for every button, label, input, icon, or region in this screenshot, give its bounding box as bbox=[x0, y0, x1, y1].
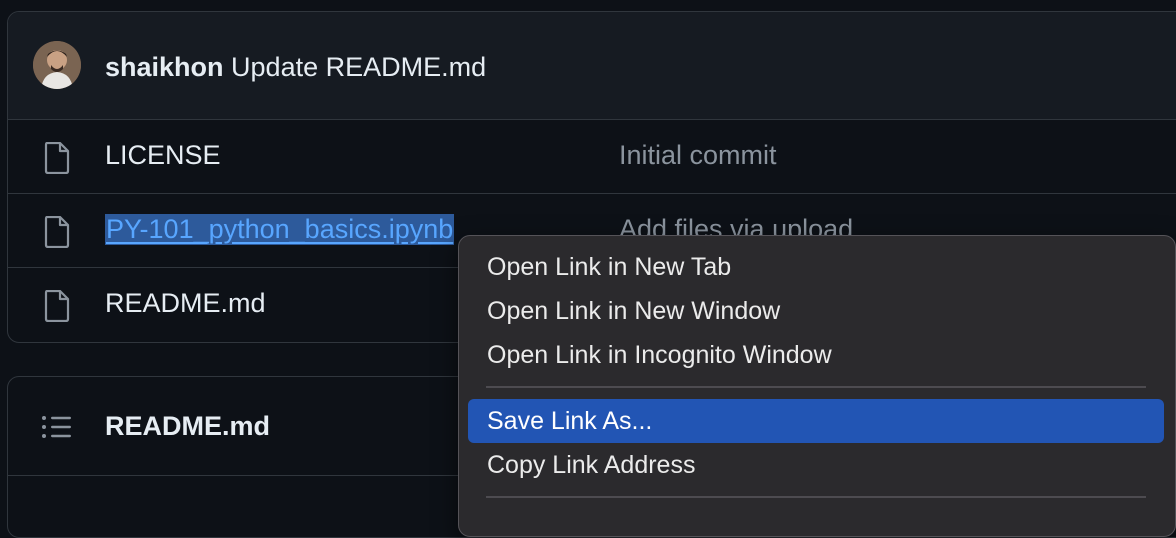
file-icon bbox=[44, 290, 70, 322]
file-row-license[interactable]: LICENSE Initial commit bbox=[8, 120, 1176, 194]
file-icon bbox=[44, 142, 70, 174]
menu-separator bbox=[486, 496, 1146, 498]
menu-separator bbox=[486, 386, 1146, 388]
author-avatar[interactable] bbox=[33, 41, 81, 89]
file-commit-message[interactable]: Initial commit bbox=[619, 140, 777, 171]
latest-commit-header: shaikhon Update README.md bbox=[8, 12, 1176, 120]
menu-item-open-new-window[interactable]: Open Link in New Window bbox=[468, 289, 1164, 333]
readme-title[interactable]: README.md bbox=[105, 411, 270, 442]
menu-item-label: Open Link in New Window bbox=[487, 297, 781, 325]
menu-item-open-new-tab[interactable]: Open Link in New Tab bbox=[468, 245, 1164, 289]
menu-item-copy-link-address[interactable]: Copy Link Address bbox=[468, 443, 1164, 487]
file-icon bbox=[44, 216, 70, 248]
file-name-link-selected[interactable]: PY-101_python_basics.ipynb bbox=[105, 214, 455, 245]
commit-author[interactable]: shaikhon bbox=[105, 52, 224, 82]
file-name[interactable]: LICENSE bbox=[105, 140, 221, 171]
menu-item-label: Open Link in New Tab bbox=[487, 253, 732, 281]
menu-item-save-link-as[interactable]: Save Link As... bbox=[468, 399, 1164, 443]
menu-item-label: Open Link in Incognito Window bbox=[487, 341, 832, 369]
list-icon[interactable] bbox=[41, 413, 73, 441]
menu-item-label: Save Link As... bbox=[487, 407, 653, 435]
commit-message[interactable]: Update README.md bbox=[231, 52, 486, 82]
menu-item-label: Copy Link Address bbox=[487, 451, 696, 479]
latest-commit-text: shaikhon Update README.md bbox=[105, 52, 486, 83]
file-name[interactable]: README.md bbox=[105, 288, 266, 319]
menu-item-open-incognito[interactable]: Open Link in Incognito Window bbox=[468, 333, 1164, 377]
context-menu: Open Link in New Tab Open Link in New Wi… bbox=[458, 235, 1176, 537]
